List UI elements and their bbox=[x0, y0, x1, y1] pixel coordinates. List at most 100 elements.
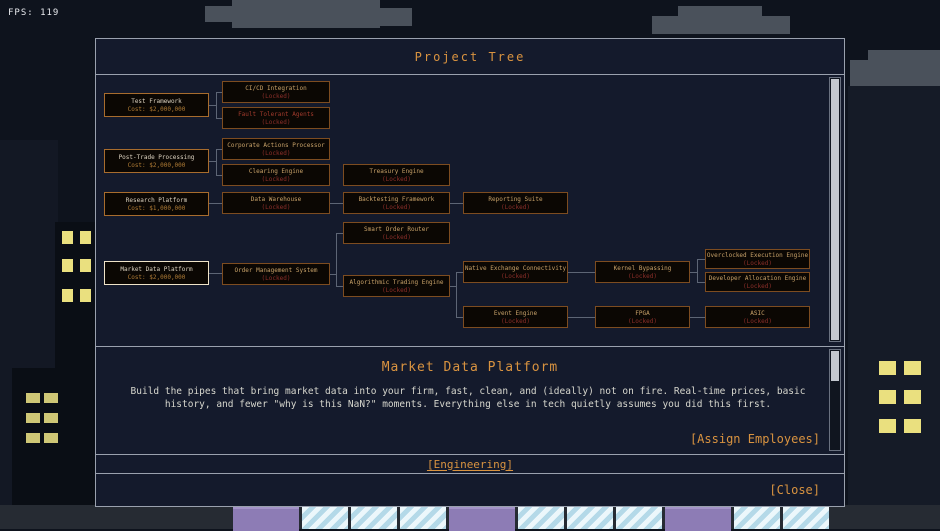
building-window bbox=[62, 289, 73, 302]
street-tile-striped bbox=[302, 507, 348, 529]
assign-employees-button[interactable]: [Assign Employees] bbox=[690, 432, 820, 446]
building-window bbox=[44, 393, 58, 403]
tree-scrollbar-track bbox=[829, 77, 841, 342]
tree-connector bbox=[456, 272, 463, 273]
project-node-kernel-bypassing[interactable]: Kernel Bypassing (Locked) bbox=[595, 261, 690, 283]
street-tile-striped bbox=[400, 507, 446, 529]
fps-counter: FPS: 119 bbox=[8, 8, 60, 18]
project-node-smart-order-router[interactable]: Smart Order Router (Locked) bbox=[343, 222, 450, 244]
node-title: Research Platform bbox=[125, 196, 188, 204]
node-title: Developer Allocation Engine bbox=[708, 274, 807, 282]
detail-scrollbar-track bbox=[829, 349, 841, 451]
tree-connector bbox=[336, 286, 343, 287]
tree-connector bbox=[690, 317, 705, 318]
building-window bbox=[80, 259, 91, 272]
tree-connector bbox=[209, 203, 222, 204]
project-node-event-engine[interactable]: Event Engine (Locked) bbox=[463, 306, 568, 328]
node-title: Native Exchange Connectivity bbox=[464, 264, 567, 272]
building-window bbox=[904, 361, 921, 375]
project-node-reporting-suite[interactable]: Reporting Suite (Locked) bbox=[463, 192, 568, 214]
street-tile-striped bbox=[734, 507, 780, 529]
project-node-order-management-system[interactable]: Order Management System (Locked) bbox=[222, 263, 330, 285]
project-node-clearing-engine[interactable]: Clearing Engine (Locked) bbox=[222, 164, 330, 186]
tree-connector bbox=[336, 233, 343, 234]
street-tile-striped bbox=[518, 507, 564, 529]
node-locked-label: (Locked) bbox=[501, 203, 530, 211]
node-title: Event Engine bbox=[493, 309, 538, 317]
building-window bbox=[26, 393, 40, 403]
tree-connector bbox=[690, 272, 697, 273]
tab-bar: [Engineering] bbox=[96, 455, 844, 474]
street-tile-striped bbox=[616, 507, 662, 529]
street-tile-striped bbox=[783, 507, 829, 529]
project-node-native-exchange-connectivity[interactable]: Native Exchange Connectivity (Locked) bbox=[463, 261, 568, 283]
node-title: Market Data Platform bbox=[120, 265, 193, 273]
building-window bbox=[44, 413, 58, 423]
node-locked-label: (Locked) bbox=[382, 175, 411, 183]
detail-description: Build the pipes that bring market data i… bbox=[130, 386, 806, 410]
node-title: Post-Trade Processing bbox=[118, 153, 195, 161]
building-window bbox=[904, 419, 921, 433]
tree-connector bbox=[697, 282, 705, 283]
tree-connector bbox=[216, 92, 217, 119]
project-node-developer-allocation-engine[interactable]: Developer Allocation Engine (Locked) bbox=[705, 272, 810, 292]
project-node-data-warehouse[interactable]: Data Warehouse (Locked) bbox=[222, 192, 330, 214]
tree-connector bbox=[456, 272, 457, 318]
street-tile-purple bbox=[665, 507, 731, 531]
project-node-market-data-platform[interactable]: Market Data Platform Cost: $2,000,000 bbox=[104, 261, 209, 285]
project-node-treasury-engine[interactable]: Treasury Engine (Locked) bbox=[343, 164, 450, 186]
detail-scrollbar-thumb[interactable] bbox=[831, 351, 839, 381]
node-locked-label: (Locked) bbox=[382, 203, 411, 211]
building-window bbox=[44, 433, 58, 443]
building-window bbox=[26, 433, 40, 443]
node-cost: Cost: $2,000,000 bbox=[127, 273, 186, 281]
project-node-post-trade-processing[interactable]: Post-Trade Processing Cost: $2,000,000 bbox=[104, 149, 209, 173]
project-node-corporate-actions-processor[interactable]: Corporate Actions Processor (Locked) bbox=[222, 138, 330, 160]
node-locked-label: (Locked) bbox=[261, 203, 291, 211]
tree-connector bbox=[568, 272, 595, 273]
node-locked-label: (Locked) bbox=[501, 317, 530, 325]
detail-title: Market Data Platform bbox=[381, 360, 559, 375]
node-title: Order Management System bbox=[234, 266, 318, 274]
node-locked-label: (Locked) bbox=[501, 272, 530, 280]
project-node-fpga[interactable]: FPGA (Locked) bbox=[595, 306, 690, 328]
node-cost: Cost: $2,000,000 bbox=[127, 105, 186, 113]
project-node-overclocked-execution-engine[interactable]: Overclocked Execution Engine (Locked) bbox=[705, 249, 810, 269]
building-window bbox=[62, 231, 73, 244]
node-title: Smart Order Router bbox=[363, 225, 430, 233]
node-locked-label: (Locked) bbox=[628, 272, 657, 280]
node-cost: Cost: $1,000,000 bbox=[127, 204, 186, 212]
project-node-test-framework[interactable]: Test Framework Cost: $2,000,000 bbox=[104, 93, 209, 117]
node-locked-label: (Locked) bbox=[261, 149, 291, 157]
project-node-fault-tolerant-agents[interactable]: Fault Tolerant Agents (Locked) bbox=[222, 107, 330, 129]
tree-connector bbox=[450, 203, 463, 204]
node-locked-label: (Locked) bbox=[261, 92, 291, 100]
close-button[interactable]: [Close] bbox=[769, 483, 820, 497]
project-node-cicd-integration[interactable]: CI/CD Integration (Locked) bbox=[222, 81, 330, 103]
project-node-algorithmic-trading-engine[interactable]: Algorithmic Trading Engine (Locked) bbox=[343, 275, 450, 297]
node-title: Backtesting Framework bbox=[358, 195, 435, 203]
project-tree-dialog: Project Tree Test Framework Cost: $2,000… bbox=[95, 38, 845, 507]
node-locked-label: (Locked) bbox=[628, 317, 657, 325]
street-tile-purple bbox=[233, 507, 299, 531]
tree-connector bbox=[568, 317, 595, 318]
node-title: Reporting Suite bbox=[488, 195, 543, 203]
tab-engineering[interactable]: [Engineering] bbox=[427, 458, 513, 471]
building-window bbox=[904, 390, 921, 404]
project-node-research-platform[interactable]: Research Platform Cost: $1,000,000 bbox=[104, 192, 209, 216]
cloud bbox=[340, 8, 412, 26]
tree-connector bbox=[697, 259, 705, 260]
tree-connector bbox=[697, 259, 698, 283]
project-node-backtesting-framework[interactable]: Backtesting Framework (Locked) bbox=[343, 192, 450, 214]
node-title: Fault Tolerant Agents bbox=[238, 110, 314, 118]
project-tree-canvas[interactable]: Test Framework Cost: $2,000,000 Post-Tra… bbox=[96, 75, 844, 347]
building bbox=[848, 86, 940, 529]
building-window bbox=[879, 419, 896, 433]
tree-scrollbar-thumb[interactable] bbox=[831, 79, 839, 340]
project-detail-panel: Market Data Platform Build the pipes tha… bbox=[96, 347, 844, 455]
building-window bbox=[80, 231, 91, 244]
node-title: Corporate Actions Processor bbox=[227, 141, 325, 149]
project-node-asic[interactable]: ASIC (Locked) bbox=[705, 306, 810, 328]
street-tile-striped bbox=[567, 507, 613, 529]
node-title: Data Warehouse bbox=[250, 195, 302, 203]
